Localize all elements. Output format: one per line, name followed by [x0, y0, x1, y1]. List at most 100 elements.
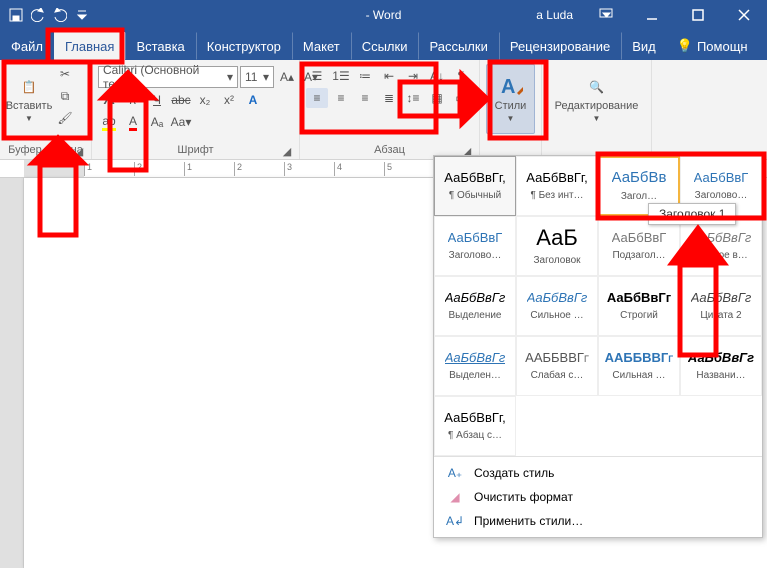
styles-gallery-button[interactable]: A Стили ▼ — [486, 64, 535, 134]
ruler-tick: 2 — [134, 162, 135, 176]
vertical-ruler[interactable] — [0, 178, 24, 568]
strike-icon[interactable]: abc — [170, 90, 192, 110]
bullets-icon[interactable]: ☰ — [306, 66, 328, 86]
style-swatch[interactable]: АаБбВвГгВыделение — [434, 276, 516, 336]
style-preview: АаБбВвГг — [445, 291, 506, 305]
redo-icon[interactable] — [52, 7, 68, 23]
style-tooltip: Заголовок 1 — [648, 203, 736, 225]
increase-font-icon[interactable]: A▴ — [276, 67, 298, 87]
superscript-icon[interactable]: x² — [218, 90, 240, 110]
align-right-icon[interactable]: ≡ — [354, 88, 376, 108]
paste-button[interactable]: 📋 Вставить ▼ — [6, 64, 52, 134]
style-swatch[interactable]: АаБбВвГЗаголово… — [434, 216, 516, 276]
editing-label: Редактирование — [555, 101, 639, 112]
align-left-icon[interactable]: ≡ — [306, 88, 328, 108]
style-swatch[interactable]: ААББВВГгСильная … — [598, 336, 680, 396]
shading-icon[interactable]: ▦ — [426, 88, 448, 108]
align-center-icon[interactable]: ≡ — [330, 88, 352, 108]
minimize-button[interactable] — [629, 0, 675, 30]
style-swatch[interactable]: АаБбВвГгВыделен… — [434, 336, 516, 396]
style-swatch[interactable]: АаБбВвГг,¶ Обычный — [434, 156, 516, 216]
font-color-icon[interactable]: A — [122, 112, 144, 132]
style-name: Цитата 2 — [700, 310, 741, 321]
style-preview: АаБбВвГг, — [444, 411, 505, 425]
create-style-item[interactable]: A₊ Создать стиль — [434, 461, 762, 485]
italic-icon[interactable]: К — [122, 90, 144, 110]
find-icon: 🔍 — [585, 75, 609, 99]
tab-design[interactable]: Конструктор — [196, 32, 292, 60]
style-swatch[interactable]: АаБЗаголовок — [516, 216, 598, 276]
editing-button[interactable]: 🔍 Редактирование ▼ — [548, 64, 645, 134]
style-swatch[interactable]: АаБбВвГПодзагол… — [598, 216, 680, 276]
tab-file[interactable]: Файл — [0, 32, 54, 60]
save-icon[interactable] — [8, 7, 24, 23]
apply-styles-icon: A↲ — [446, 513, 464, 529]
clipboard-icon: 📋 — [17, 75, 41, 99]
style-name: Выделен… — [449, 370, 501, 381]
group-editing: 🔍 Редактирование ▼ x — [542, 60, 652, 159]
bold-icon[interactable]: Ж — [98, 90, 120, 110]
clipboard-launcher[interactable]: ◢ — [73, 145, 85, 157]
ruler-tick: 4 — [334, 162, 335, 176]
account-name[interactable]: a Luda — [526, 8, 583, 22]
style-swatch[interactable]: АаБбВвГгСлабое в… — [680, 216, 762, 276]
style-swatch[interactable]: АаБбВвГгНазвани… — [680, 336, 762, 396]
tab-review[interactable]: Рецензирование — [499, 32, 621, 60]
collapse-ribbon-icon[interactable] — [758, 33, 767, 60]
multilevel-list-icon[interactable]: ≔ — [354, 66, 376, 86]
highlight-color-icon[interactable]: ab — [98, 112, 120, 132]
close-button[interactable] — [721, 0, 767, 30]
style-swatch[interactable]: АаБбВвГг,¶ Без инт… — [516, 156, 598, 216]
maximize-button[interactable] — [675, 0, 721, 30]
group-font-label: Шрифт ◢ — [98, 144, 293, 159]
ruler-tick: 2 — [234, 162, 235, 176]
subscript-icon[interactable]: x₂ — [194, 90, 216, 110]
justify-icon[interactable]: ≣ — [378, 88, 400, 108]
text-effects-icon[interactable]: A — [242, 90, 264, 110]
borders-icon[interactable]: ▭ — [450, 88, 472, 108]
tab-insert[interactable]: Вставка — [125, 32, 195, 60]
ruler-tick: 3 — [284, 162, 285, 176]
font-size-combo[interactable]: 11 ▾ — [240, 66, 274, 88]
style-swatch[interactable]: ААББВВГгСлабая с… — [516, 336, 598, 396]
font-launcher[interactable]: ◢ — [281, 145, 293, 157]
apply-styles-item[interactable]: A↲ Применить стили… — [434, 509, 762, 533]
cut-icon[interactable]: ✂ — [54, 64, 76, 84]
numbering-icon[interactable]: 1☰ — [330, 66, 352, 86]
lightbulb-icon: 💡 — [677, 38, 693, 54]
style-preview: АаБбВвГг — [607, 291, 671, 305]
tab-references[interactable]: Ссылки — [351, 32, 419, 60]
tell-me[interactable]: 💡 Помощн — [667, 32, 758, 60]
style-name: Названи… — [696, 370, 745, 381]
clear-format-item[interactable]: ◢ Очистить формат — [434, 485, 762, 509]
tab-layout[interactable]: Макет — [292, 32, 351, 60]
ribbon-options-icon[interactable] — [583, 8, 629, 22]
style-preview: ААББВВГг — [525, 351, 589, 365]
clear-format-label: Очистить формат — [474, 490, 573, 504]
tab-view[interactable]: Вид — [621, 32, 667, 60]
style-swatch[interactable]: АаБбВвГгЦитата 2 — [680, 276, 762, 336]
customize-qat-icon[interactable] — [74, 7, 90, 23]
tab-mailings[interactable]: Рассылки — [418, 32, 498, 60]
undo-icon[interactable] — [30, 7, 46, 23]
quick-access-toolbar — [0, 0, 98, 30]
format-painter-icon[interactable]: 🖌 — [54, 108, 76, 128]
style-swatch[interactable]: АаБбВвГгСильное … — [516, 276, 598, 336]
style-name: Заголово… — [449, 250, 502, 261]
style-swatch[interactable]: АаБбВвГг,¶ Абзац с… — [434, 396, 516, 456]
change-case-icon[interactable]: Aa▾ — [170, 112, 192, 132]
copy-icon[interactable]: ⧉ — [54, 86, 76, 106]
sort-icon[interactable]: A↓ — [426, 66, 448, 86]
underline-icon[interactable]: Ч — [146, 90, 168, 110]
decrease-indent-icon[interactable]: ⇤ — [378, 66, 400, 86]
increase-indent-icon[interactable]: ⇥ — [402, 66, 424, 86]
style-swatch[interactable]: АаБбВвГгСтрогий — [598, 276, 680, 336]
style-preview: АаБбВвГ — [694, 171, 749, 185]
line-spacing-icon[interactable]: ↕≡ — [402, 88, 424, 108]
title-bar: - Word a Luda — [0, 0, 767, 30]
font-name-combo[interactable]: Calibri (Основной текст ▾ — [98, 66, 238, 88]
clear-formatting-icon[interactable]: Aₐ — [146, 112, 168, 132]
show-marks-icon[interactable]: ¶ — [450, 66, 472, 86]
ruler-tick: 5 — [384, 162, 385, 176]
tab-home[interactable]: Главная — [54, 32, 125, 60]
